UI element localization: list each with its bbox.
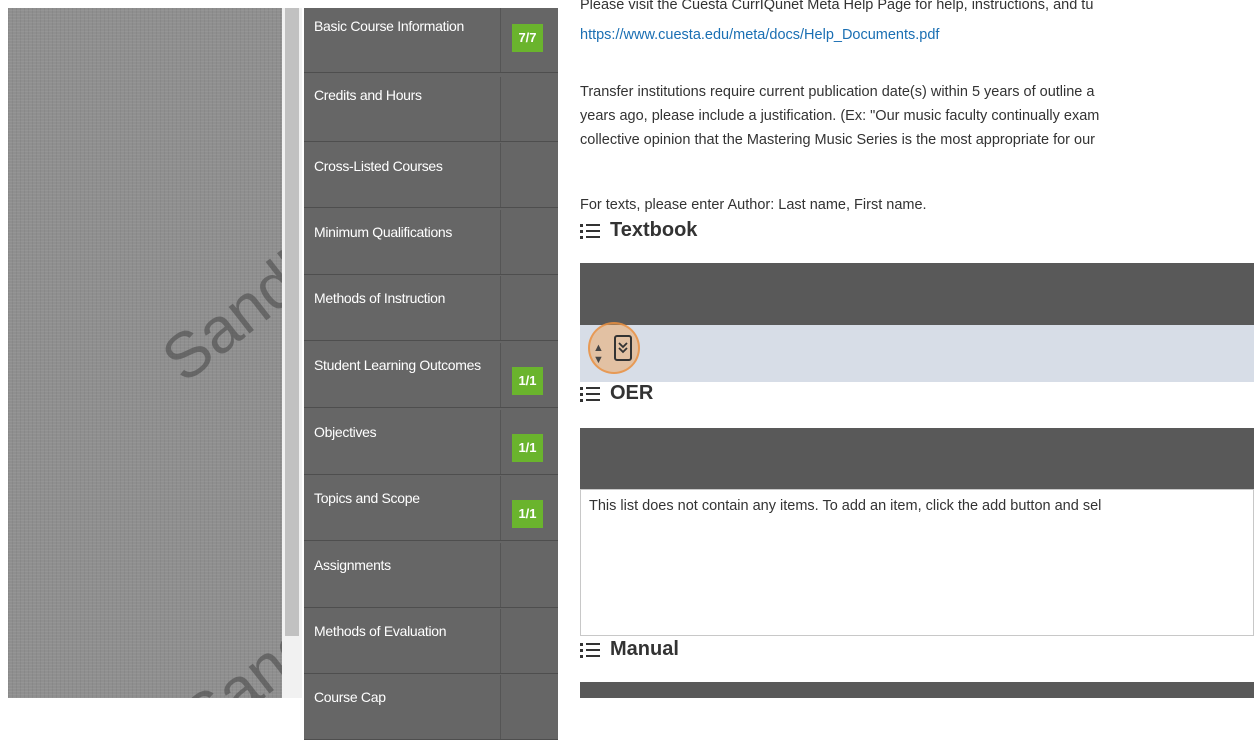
- completion-badge: 1/1: [512, 367, 543, 395]
- completion-badge: 1/1: [512, 434, 543, 462]
- nav-item-minimum-qualifications[interactable]: Minimum Qualifications: [304, 210, 558, 275]
- nav-item-label: Cross-Listed Courses: [314, 158, 443, 174]
- sandbox-watermark: Sandbox: [148, 183, 282, 396]
- transfer-note-line: collective opinion that the Mastering Mu…: [580, 132, 1095, 148]
- expand-row-button[interactable]: [614, 335, 632, 361]
- section-title: Textbook: [610, 219, 698, 241]
- list-icon: [580, 223, 600, 239]
- nav-item-label: Topics and Scope: [314, 490, 420, 506]
- oer-list-header: [580, 428, 1254, 489]
- nav-item-label: Credits and Hours: [314, 87, 422, 103]
- oer-empty-list: This list does not contain any items. To…: [580, 489, 1254, 636]
- list-icon: [580, 642, 600, 658]
- sandbox-watermark: Sandbox: [168, 543, 282, 698]
- nav-item-methods-of-evaluation[interactable]: Methods of Evaluation: [304, 609, 558, 674]
- nav-item-label: Objectives: [314, 424, 377, 440]
- nav-item-course-cap[interactable]: Course Cap: [304, 675, 558, 740]
- oer-heading: OER: [580, 382, 653, 405]
- nav-item-credits-and-hours[interactable]: Credits and Hours: [304, 77, 558, 142]
- sandbox-background: Sandbox Sandbox: [8, 8, 282, 698]
- chevron-double-down-icon: [618, 342, 628, 354]
- textbook-list-header: [580, 263, 1254, 325]
- transfer-note-line: years ago, please include a justificatio…: [580, 108, 1100, 124]
- main-content: Please visit the Cuesta CurrIQunet Meta …: [580, 0, 1254, 698]
- section-title: Manual: [610, 638, 679, 660]
- textbook-heading: Textbook: [580, 219, 697, 242]
- nav-item-label: Minimum Qualifications: [314, 224, 453, 240]
- nav-item-label: Methods of Instruction: [314, 290, 446, 306]
- nav-item-topics-and-scope[interactable]: Topics and Scope 1/1: [304, 476, 558, 541]
- course-sections-nav: Basic Course Information 7/7 Credits and…: [304, 8, 558, 740]
- completion-badge: 1/1: [512, 500, 543, 528]
- textbook-list-row[interactable]: [580, 325, 1254, 382]
- transfer-note-line: Transfer institutions require current pu…: [580, 84, 1095, 100]
- texts-author-note: For texts, please enter Author: Last nam…: [580, 197, 927, 213]
- help-intro-text: Please visit the Cuesta CurrIQunet Meta …: [580, 0, 1094, 13]
- sort-handle-icon[interactable]: ▲ ▼: [593, 342, 604, 366]
- nav-item-label: Student Learning Outcomes: [314, 357, 481, 373]
- manual-list-header: [580, 682, 1254, 698]
- nav-item-label: Assignments: [314, 557, 391, 573]
- nav-item-student-learning-outcomes[interactable]: Student Learning Outcomes 1/1: [304, 343, 558, 408]
- nav-item-label: Course Cap: [314, 689, 386, 705]
- list-icon: [580, 386, 600, 402]
- nav-item-label: Methods of Evaluation: [314, 623, 447, 639]
- nav-item-label: Basic Course Information: [314, 18, 464, 34]
- help-documents-link[interactable]: https://www.cuesta.edu/meta/docs/Help_Do…: [580, 24, 939, 46]
- nav-item-basic-course-information[interactable]: Basic Course Information 7/7: [304, 8, 558, 73]
- scrollbar-thumb[interactable]: [285, 8, 299, 636]
- manual-heading: Manual: [580, 638, 679, 661]
- completion-badge: 7/7: [512, 24, 543, 52]
- empty-list-message: This list does not contain any items. To…: [589, 498, 1102, 514]
- nav-item-cross-listed-courses[interactable]: Cross-Listed Courses: [304, 143, 558, 208]
- nav-item-methods-of-instruction[interactable]: Methods of Instruction: [304, 276, 558, 341]
- nav-item-objectives[interactable]: Objectives 1/1: [304, 410, 558, 475]
- section-title: OER: [610, 382, 654, 404]
- nav-item-assignments[interactable]: Assignments: [304, 543, 558, 608]
